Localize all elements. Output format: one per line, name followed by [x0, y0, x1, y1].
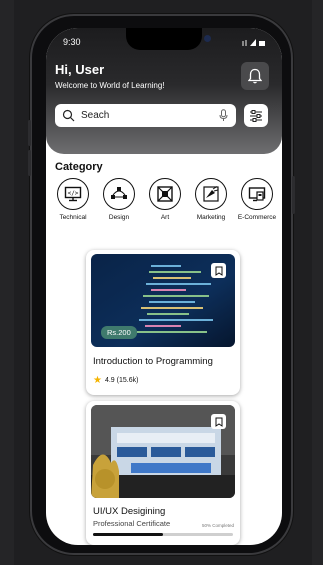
monitor-code-icon: </>: [57, 178, 89, 210]
category-label: Design: [108, 214, 130, 221]
category-label: Technical: [59, 214, 87, 221]
bookmark-icon: [215, 266, 222, 276]
ecommerce-icon: [241, 178, 273, 210]
status-icons: [242, 38, 268, 48]
search-icon: [62, 109, 75, 122]
battery-icon: [242, 39, 265, 46]
rating-text: 4.9 (15.6k): [104, 377, 139, 384]
megaphone-icon: [195, 178, 227, 210]
search-bar[interactable]: Seach: [55, 104, 236, 127]
search-input[interactable]: Seach: [81, 110, 109, 121]
category-label: Art: [160, 214, 170, 221]
camera-icon: [204, 35, 211, 42]
course-title: UI/UX Desigining: [93, 506, 166, 517]
vector-nodes-icon: [103, 178, 135, 210]
category-marketing[interactable]: Marketing: [188, 178, 234, 221]
bookmark-button[interactable]: [211, 414, 226, 429]
category-ecommerce[interactable]: E-Commerce: [234, 178, 280, 221]
star-icon: ★: [93, 375, 102, 386]
progress-fill: [93, 533, 163, 536]
course-title: Introduction to Programming: [93, 356, 213, 367]
bell-icon: [248, 68, 262, 84]
course-subtitle: Professional Certificate: [93, 519, 171, 528]
side-button-right: [292, 176, 295, 214]
course-rating: ★ 4.9 (15.6k): [93, 375, 138, 386]
notification-button[interactable]: [241, 62, 269, 90]
course-thumbnail: Rs.200: [91, 254, 235, 347]
greeting: Hi, User: [55, 62, 105, 77]
phone-notch: [126, 28, 211, 50]
phone-screen: 9:30 Hi, User Welcome to World of Learni…: [46, 28, 282, 545]
category-label: E-Commerce: [237, 214, 277, 221]
filter-button[interactable]: [244, 104, 268, 127]
canvas-art-icon: [149, 178, 181, 210]
side-button-left: [28, 120, 31, 146]
filter-icon: [250, 109, 262, 122]
side-button-left-2: [28, 150, 31, 176]
category-design[interactable]: Design: [96, 178, 142, 221]
course-thumbnail: [91, 405, 235, 498]
svg-text:</>: </>: [68, 190, 79, 197]
price-badge: Rs.200: [101, 326, 137, 339]
bookmark-icon: [215, 417, 222, 427]
course-card[interactable]: Rs.200 Introduction to Programming ★ 4.9…: [86, 250, 240, 395]
category-technical[interactable]: </> Technical: [50, 178, 96, 221]
mic-icon[interactable]: [219, 109, 228, 122]
welcome-text: Welcome to World of Learning!: [55, 81, 165, 90]
progress-text: 50% Completed: [201, 523, 234, 528]
category-row: </> Technical Design Art Marketing E-Com…: [50, 178, 282, 233]
course-card[interactable]: UI/UX Desigining Professional Certificat…: [86, 401, 240, 545]
category-label: Marketing: [196, 214, 226, 221]
category-title: Category: [55, 161, 103, 173]
progress-bar: [93, 533, 233, 536]
category-art[interactable]: Art: [142, 178, 188, 221]
bookmark-button[interactable]: [211, 263, 226, 278]
status-time: 9:30: [63, 37, 81, 47]
